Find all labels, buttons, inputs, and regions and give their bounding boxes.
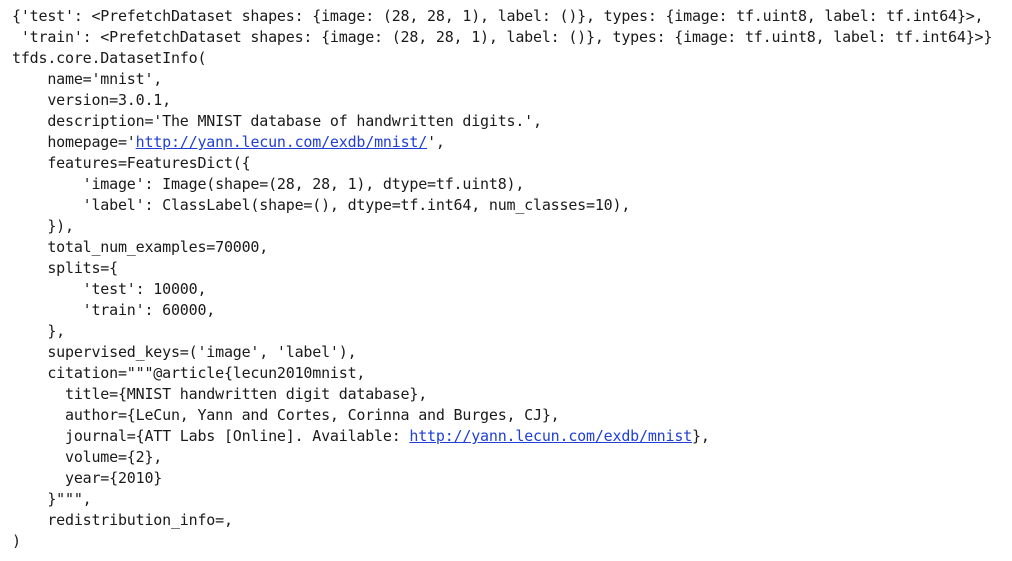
output-line-datasetinfo-close: ) <box>12 532 21 550</box>
homepage-suffix: ', <box>427 133 445 151</box>
homepage-prefix: homepage=' <box>12 133 136 151</box>
output-line-version: version=3.0.1, <box>12 91 171 109</box>
homepage-link[interactable]: http://yann.lecun.com/exdb/mnist/ <box>136 133 428 151</box>
output-line-feature-image: 'image': Image(shape=(28, 28, 1), dtype=… <box>12 175 525 193</box>
output-line-supervised-keys: supervised_keys=('image', 'label'), <box>12 343 357 361</box>
output-line-redistribution-info: redistribution_info=, <box>12 511 233 529</box>
journal-suffix: }, <box>691 427 710 445</box>
output-line-datasetinfo-open: tfds.core.DatasetInfo( <box>12 49 207 67</box>
output-line-description: description='The MNIST database of handw… <box>12 112 542 130</box>
output-line-citation-open: citation="""@article{lecun2010mnist, <box>12 364 366 382</box>
output-line-homepage: homepage='http://yann.lecun.com/exdb/mni… <box>12 132 1007 153</box>
output-line-citation-title: title={MNIST handwritten digit database}… <box>12 385 428 403</box>
output-line-dataset-train: 'train': <PrefetchDataset shapes: {image… <box>12 28 993 46</box>
output-line-citation-journal: journal={ATT Labs [Online]. Available: h… <box>12 426 1007 447</box>
output-line-citation-close: }""", <box>12 490 92 508</box>
output-line-name: name='mnist', <box>12 70 163 88</box>
output-line-dataset-test: {'test': <PrefetchDataset shapes: {image… <box>12 7 984 25</box>
output-line-splits-open: splits={ <box>12 259 118 277</box>
output-line-citation-author: author={LeCun, Yann and Cortes, Corinna … <box>12 406 560 424</box>
journal-link[interactable]: http://yann.lecun.com/exdb/mnist <box>409 427 692 445</box>
output-line-features-open: features=FeaturesDict({ <box>12 154 251 172</box>
output-line-feature-label: 'label': ClassLabel(shape=(), dtype=tf.i… <box>12 196 631 214</box>
output-line-splits-close: }, <box>12 322 65 340</box>
cell-output: {'test': <PrefetchDataset shapes: {image… <box>12 6 1007 552</box>
output-line-citation-volume: volume={2}, <box>12 448 163 466</box>
output-line-total-num-examples: total_num_examples=70000, <box>12 238 269 256</box>
journal-prefix: journal={ATT Labs [Online]. Available: <box>12 427 410 445</box>
output-line-split-test: 'test': 10000, <box>12 280 207 298</box>
output-line-features-close: }), <box>12 217 74 235</box>
output-line-citation-year: year={2010} <box>12 469 163 487</box>
output-line-split-train: 'train': 60000, <box>12 301 216 319</box>
